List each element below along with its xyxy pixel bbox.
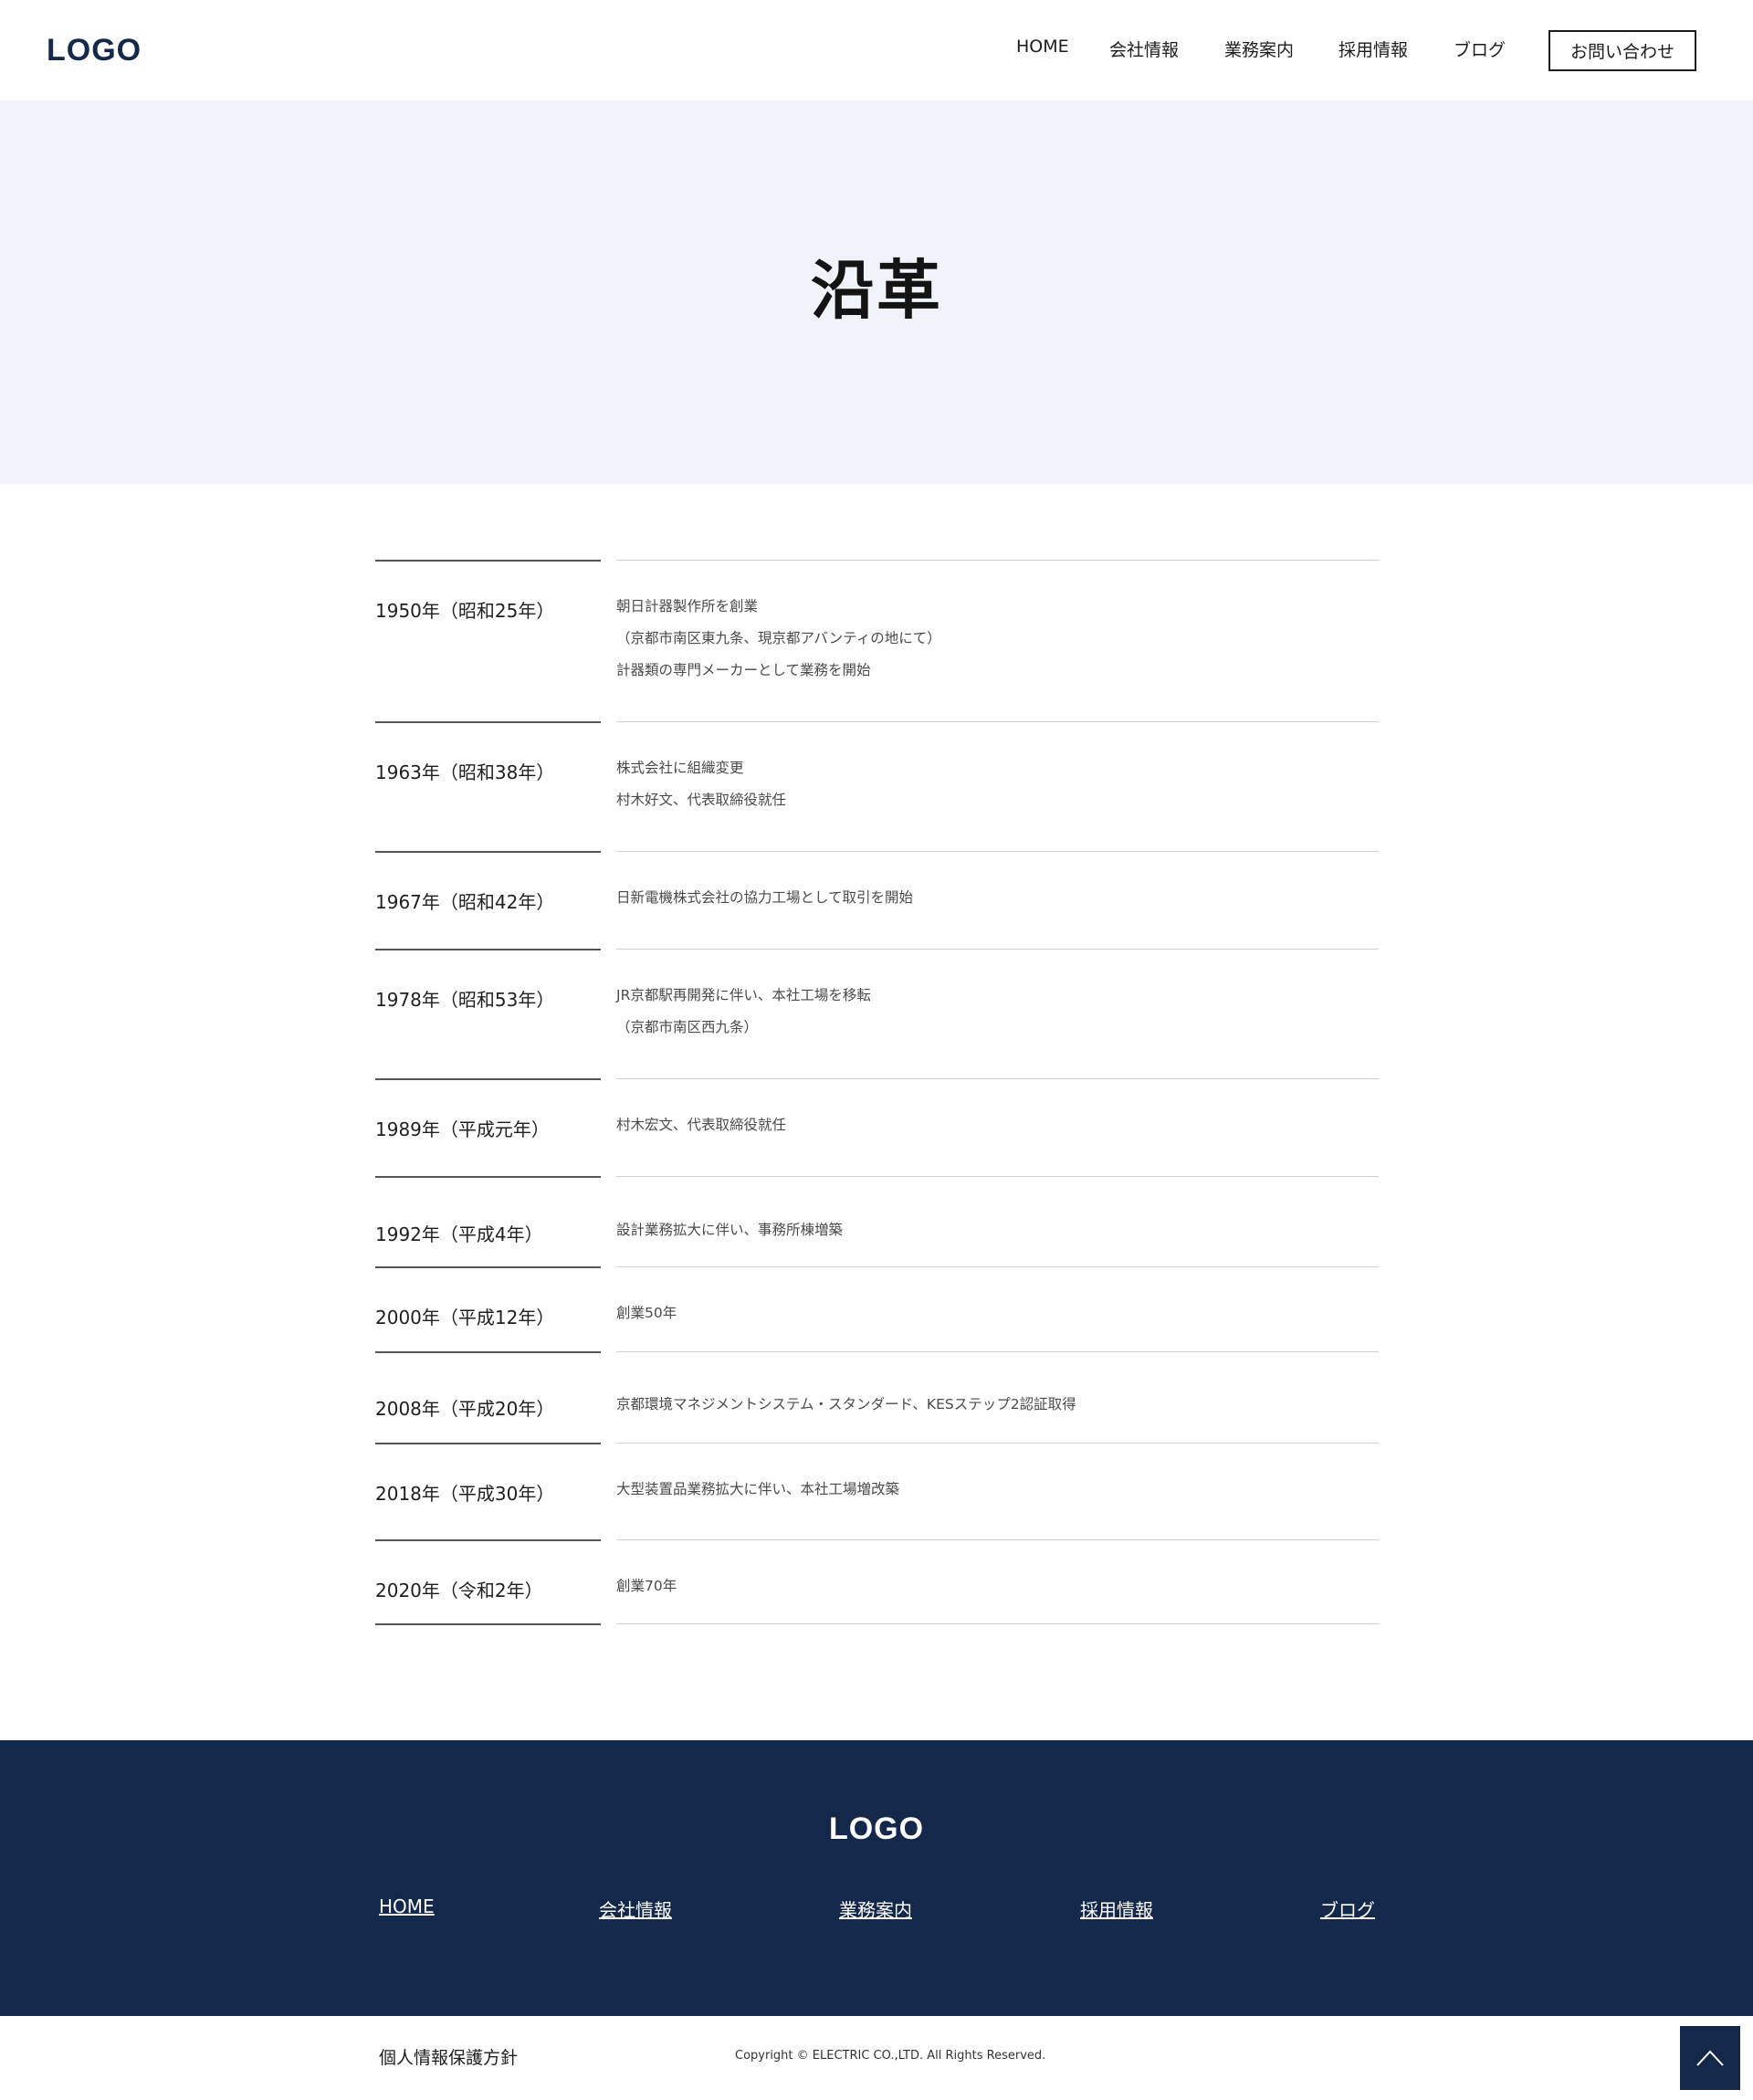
site-footer (0, 1740, 1753, 2016)
nav-company-info[interactable]: 会社情報 (1109, 37, 1179, 61)
history-description: 創業50年 (616, 1297, 677, 1329)
row-divider-desc (616, 1176, 1379, 1177)
history-description: 日新電機株式会社の協力工場として取引を開始 (616, 882, 913, 914)
footer-logo[interactable]: LOGO (0, 1811, 1753, 1847)
header-logo[interactable]: LOGO (47, 33, 142, 68)
history-description-line: 朝日計器製作所を創業 (616, 598, 759, 614)
history-year: 2018年（平成30年） (375, 1483, 555, 1505)
page-top-button[interactable] (1680, 2026, 1740, 2090)
row-divider-year (375, 1539, 601, 1541)
footer-link-recruit[interactable]: 採用情報 (1080, 1895, 1153, 1922)
privacy-policy-link[interactable]: 個人情報保護方針 (379, 2044, 518, 2069)
history-year: 2000年（平成12年） (375, 1307, 555, 1328)
history-description-line: （京都市南区西九条） (616, 1019, 759, 1035)
history-description: 株式会社に組織変更村木好文、代表取締役就任 (616, 752, 786, 816)
history-description-line: 設計業務拡大に伴い、事務所棟増築 (616, 1222, 844, 1238)
history-description-line: 村木好文、代表取締役就任 (616, 792, 787, 808)
row-divider-year (375, 1351, 601, 1353)
nav-blog[interactable]: ブログ (1454, 37, 1506, 61)
row-divider-year (375, 851, 601, 853)
row-divider-year (375, 1266, 601, 1268)
history-description: 朝日計器製作所を創業 （京都市南区東九条、現京都アバンティの地にて） 計器類の専門メ… (616, 591, 941, 687)
history-description-line: 計器類の専門メーカーとして業務を開始 (616, 662, 871, 678)
history-description-line: 京都環境マネジメントシステム・スタンダード、KESステップ2認証取得 (616, 1396, 1076, 1412)
history-description-line: JR京都駅再開発に伴い、本社工場を移転 (616, 987, 871, 1003)
chevron-up-icon (1696, 2050, 1724, 2066)
footer-link-company-info[interactable]: 会社情報 (599, 1895, 672, 1922)
row-divider-year (375, 721, 601, 723)
nav-services[interactable]: 業務案内 (1224, 37, 1294, 61)
row-divider-desc (616, 949, 1379, 950)
row-divider-desc (616, 1443, 1379, 1444)
row-divider-desc (616, 1623, 1379, 1624)
row-divider-desc (616, 1539, 1379, 1540)
footer-link-home[interactable]: HOME (379, 1895, 435, 1917)
history-description-line: 大型装置品業務拡大に伴い、本社工場増改築 (616, 1481, 900, 1497)
history-description: 創業70年 (616, 1570, 677, 1602)
copyright-text: Copyright © ELECTRIC CO.,LTD. All Rights… (735, 2049, 1046, 2063)
contact-button[interactable]: お問い合わせ (1548, 30, 1696, 71)
row-divider-desc (616, 1078, 1379, 1079)
history-year: 2020年（令和2年） (375, 1580, 543, 1601)
history-year: 2008年（平成20年） (375, 1398, 555, 1420)
nav-recruit[interactable]: 採用情報 (1338, 37, 1408, 61)
history-description: 京都環境マネジメントシステム・スタンダード、KESステップ2認証取得 (616, 1389, 1076, 1421)
row-divider-year (375, 1623, 601, 1625)
history-description: 大型装置品業務拡大に伴い、本社工場増改築 (616, 1474, 899, 1506)
row-divider-desc (616, 721, 1379, 722)
history-description-line: 創業70年 (616, 1578, 677, 1594)
history-description: 村木宏文、代表取締役就任 (616, 1109, 786, 1141)
row-divider-desc (616, 1266, 1379, 1267)
footer-link-blog[interactable]: ブログ (1320, 1895, 1375, 1922)
history-description-line: 日新電機株式会社の協力工場として取引を開始 (616, 889, 914, 906)
history-year: 1992年（平成4年） (375, 1223, 543, 1245)
history-description-line: （京都市南区東九条、現京都アバンティの地にて） (616, 630, 941, 646)
history-description-line: 株式会社に組織変更 (616, 760, 744, 776)
row-divider-year (375, 1078, 601, 1080)
history-description-line: 創業50年 (616, 1305, 677, 1321)
history-description: 設計業務拡大に伴い、事務所棟増築 (616, 1214, 843, 1246)
footer-link-services[interactable]: 業務案内 (839, 1895, 912, 1922)
row-divider-year (375, 949, 601, 950)
nav-home[interactable]: HOME (1016, 37, 1069, 57)
history-description-line: 村木宏文、代表取締役就任 (616, 1117, 787, 1133)
row-divider-year (375, 560, 601, 562)
history-year: 1967年（昭和42年） (375, 891, 555, 913)
history-year: 1989年（平成元年） (375, 1118, 550, 1140)
row-divider-desc (616, 851, 1379, 852)
history-description: JR京都駅再開発に伴い、本社工場を移転 （京都市南区西九条） (616, 980, 871, 1044)
row-divider-desc (616, 560, 1379, 561)
page-title: 沿革 (811, 253, 942, 328)
row-divider-desc (616, 1351, 1379, 1352)
history-year: 1950年（昭和25年） (375, 600, 555, 622)
history-year: 1963年（昭和38年） (375, 761, 555, 783)
row-divider-year (375, 1176, 601, 1178)
row-divider-year (375, 1443, 601, 1444)
history-year: 1978年（昭和53年） (375, 989, 555, 1011)
